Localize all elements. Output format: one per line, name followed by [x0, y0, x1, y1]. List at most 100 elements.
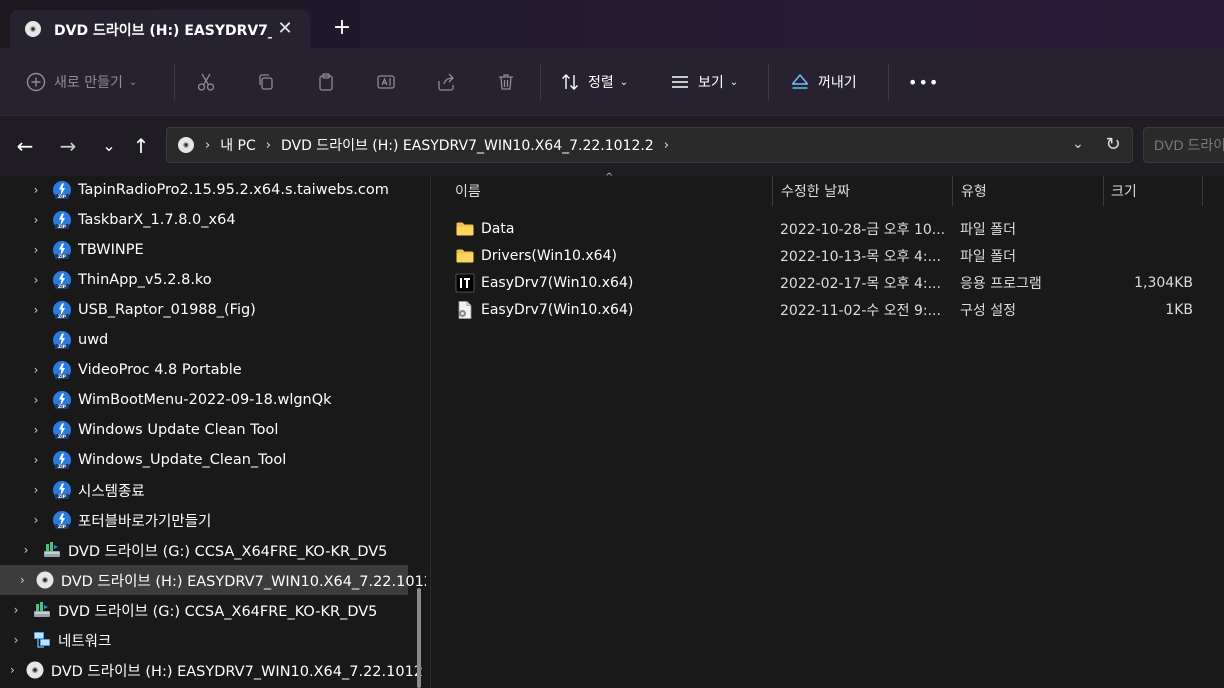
- zip-folder-icon: ZIP: [52, 330, 72, 350]
- file-name: EasyDrv7(Win10.x64): [481, 302, 634, 318]
- sidebar-item[interactable]: › DVD 드라이브 (H:) EASYDRV7_WIN10.X64_7.22.1…: [0, 655, 423, 685]
- expand-chevron-icon[interactable]: ›: [30, 453, 42, 467]
- address-history-button[interactable]: ⌄: [1068, 134, 1088, 154]
- expand-chevron-icon[interactable]: ›: [30, 513, 42, 527]
- sidebar-item[interactable]: › ZIP TapinRadioPro2.15.95.2.x64.s.taiwebs…: [0, 176, 416, 205]
- sidebar-item[interactable]: › ZIP WimBootMenu-2022-09-18.wlgnQk: [0, 385, 416, 415]
- search-input[interactable]: [1144, 128, 1224, 162]
- file-row[interactable]: Drivers(Win10.x64) 2022-10-13-목 오후 4:... 파…: [451, 243, 1211, 269]
- breadcrumb-separator[interactable]: ›: [205, 138, 210, 153]
- file-modified: 2022-02-17-목 오후 4:...: [780, 276, 941, 292]
- sidebar-item-label: 네트워크: [58, 633, 112, 650]
- sidebar-item[interactable]: › DVD 드라이브 (H:) EASYDRV7_WIN10.X64_7.22.1…: [0, 565, 426, 595]
- column-header-name[interactable]: 이름: [455, 176, 481, 206]
- copy-button[interactable]: [256, 68, 276, 96]
- chevron-down-icon: ⌄: [619, 76, 629, 88]
- up-button[interactable]: ↑: [129, 134, 153, 158]
- sidebar-item[interactable]: › ZIP Windows Update Clean Tool: [0, 415, 416, 445]
- sidebar-item[interactable]: › ZIP USB_Raptor_01988_(Fig): [0, 295, 416, 325]
- expand-chevron-icon[interactable]: ›: [30, 303, 42, 317]
- expand-chevron-icon[interactable]: ›: [30, 243, 42, 257]
- share-button[interactable]: [436, 68, 456, 96]
- expand-chevron-icon[interactable]: ›: [30, 273, 42, 287]
- recent-locations-button[interactable]: ⌄: [97, 134, 121, 158]
- file-type: 파일 폴더: [960, 222, 1016, 238]
- svg-text:ZIP: ZIP: [58, 524, 67, 530]
- sidebar-item[interactable]: › ZIP VideoProc 4.8 Portable: [0, 355, 416, 385]
- sidebar-item[interactable]: › ZIP Windows_Update_Clean_Tool: [0, 445, 416, 475]
- expand-chevron-icon[interactable]: ›: [30, 393, 42, 407]
- sort-up-icon: ^: [605, 172, 614, 183]
- expand-chevron-icon[interactable]: ›: [30, 483, 42, 497]
- expand-chevron-icon[interactable]: ›: [30, 183, 42, 197]
- sidebar-item[interactable]: › ZIP ThinApp_v5.2.8.ko: [0, 265, 416, 295]
- zip-folder-icon: ZIP: [52, 300, 72, 320]
- list-view-icon: [670, 72, 690, 92]
- paste-button[interactable]: [316, 68, 336, 96]
- view-button-label: 보기: [698, 75, 724, 91]
- breadcrumb: › 내 PC › DVD 드라이브 (H:) EASYDRV7_WIN10.X6…: [177, 128, 679, 162]
- tab-active[interactable]: DVD 드라이브 (H:) EASYDRV7_ ✕: [10, 10, 310, 48]
- sidebar-item[interactable]: › ZIP 시스템종료: [0, 475, 416, 505]
- new-button[interactable]: 새로 만들기 ⌄: [26, 68, 137, 96]
- sidebar-item[interactable]: ZIP uwd: [0, 325, 416, 355]
- file-name: EasyDrv7(Win10.x64): [481, 275, 634, 291]
- breadcrumb-drive[interactable]: DVD 드라이브 (H:) EASYDRV7_WIN10.X64_7.22.10…: [281, 135, 654, 155]
- expand-chevron-icon[interactable]: ›: [30, 423, 42, 437]
- breadcrumb-separator[interactable]: ›: [266, 138, 271, 153]
- column-divider[interactable]: [952, 176, 953, 206]
- new-tab-button[interactable]: +: [330, 16, 354, 40]
- sidebar-item-label: ThinApp_v5.2.8.ko: [78, 272, 212, 288]
- sidebar-item[interactable]: › DVD 드라이브 (G:) CCSA_X64FRE_KO-KR_DV5: [0, 535, 416, 565]
- expand-chevron-icon[interactable]: ›: [20, 543, 32, 557]
- forward-button[interactable]: →: [56, 134, 80, 158]
- sidebar-item[interactable]: › 네트워크: [0, 625, 416, 655]
- sidebar-item[interactable]: › ZIP 포터블바로가기만들기: [0, 505, 416, 535]
- breadcrumb-separator[interactable]: ›: [664, 138, 669, 153]
- file-row[interactable]: EasyDrv7(Win10.x64) 2022-02-17-목 오후 4:...…: [451, 270, 1211, 296]
- file-row[interactable]: EasyDrv7(Win10.x64) 2022-11-02-수 오전 9:...…: [451, 297, 1211, 323]
- column-header-size[interactable]: 크기: [1111, 176, 1137, 206]
- svg-text:ZIP: ZIP: [58, 284, 67, 290]
- zip-folder-icon: ZIP: [52, 480, 72, 500]
- expand-chevron-icon[interactable]: ›: [30, 363, 42, 377]
- search-box[interactable]: [1143, 127, 1224, 163]
- file-size: [1111, 216, 1193, 242]
- tab-close-button[interactable]: ✕: [274, 18, 296, 40]
- column-header-modified[interactable]: 수정한 날짜: [781, 176, 850, 206]
- new-button-label: 새로 만들기: [54, 75, 123, 91]
- rename-icon: [376, 72, 396, 92]
- sort-button-label: 정렬: [588, 75, 614, 91]
- breadcrumb-this-pc[interactable]: 내 PC: [220, 135, 256, 155]
- file-row[interactable]: Data 2022-10-28-금 오후 10... 파일 폴더: [451, 216, 1211, 242]
- svg-text:ZIP: ZIP: [58, 374, 67, 380]
- nav-scrollbar-thumb[interactable]: [417, 588, 421, 688]
- more-options-button[interactable]: •••: [908, 68, 939, 96]
- expand-chevron-icon[interactable]: ›: [30, 213, 42, 227]
- expand-chevron-icon[interactable]: ›: [20, 573, 25, 587]
- zip-folder-icon: ZIP: [52, 210, 72, 230]
- sidebar-item[interactable]: › ZIP TBWINPE: [0, 235, 416, 265]
- view-button[interactable]: 보기 ⌄: [670, 68, 738, 96]
- column-divider[interactable]: [1103, 176, 1104, 206]
- column-divider[interactable]: [1202, 176, 1203, 206]
- expand-chevron-icon[interactable]: ›: [10, 633, 22, 647]
- rename-button[interactable]: [376, 68, 396, 96]
- expand-chevron-icon[interactable]: ›: [10, 663, 15, 677]
- column-header-type[interactable]: 유형: [961, 176, 987, 206]
- delete-button[interactable]: [496, 68, 516, 96]
- eject-button[interactable]: 꺼내기: [790, 68, 857, 96]
- sidebar-item[interactable]: › ZIP TaskbarX_1.7.8.0_x64: [0, 205, 416, 235]
- expand-chevron-icon[interactable]: ›: [10, 603, 22, 617]
- trash-icon: [496, 72, 516, 92]
- cut-button[interactable]: [196, 68, 216, 96]
- sidebar-item[interactable]: › DVD 드라이브 (G:) CCSA_X64FRE_KO-KR_DV5: [0, 595, 416, 625]
- column-divider[interactable]: [772, 176, 773, 206]
- sort-button[interactable]: 정렬 ⌄: [560, 68, 628, 96]
- address-bar[interactable]: › 내 PC › DVD 드라이브 (H:) EASYDRV7_WIN10.X6…: [166, 127, 1133, 163]
- disc-icon: [177, 136, 195, 154]
- toolbar-divider: [540, 64, 541, 100]
- sidebar-item-label: TBWINPE: [78, 242, 144, 258]
- refresh-button[interactable]: ↻: [1102, 134, 1124, 156]
- back-button[interactable]: ←: [13, 134, 37, 158]
